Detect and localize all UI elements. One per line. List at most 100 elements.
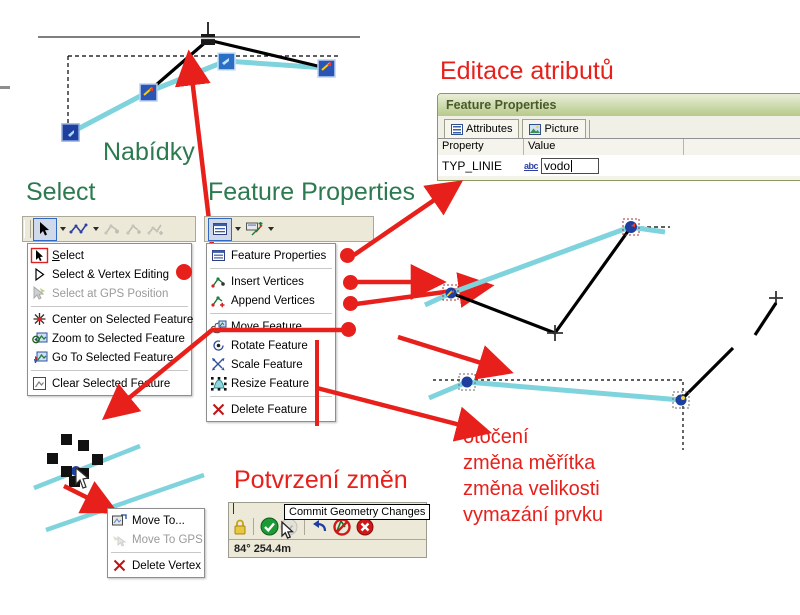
- mouse-cursor: [281, 520, 297, 541]
- tab-attributes-label: Attributes: [466, 123, 513, 135]
- edit-feature-tool[interactable]: [243, 219, 265, 240]
- grid-header-property: Property: [438, 139, 524, 155]
- commit-tooltip-text: Commit Geometry Changes: [289, 506, 426, 518]
- vertex-tool-1[interactable]: [101, 219, 123, 240]
- grid-header-value: Value: [524, 139, 684, 155]
- feature-properties-toolbar[interactable]: [204, 216, 374, 242]
- menu-item-append-vertices[interactable]: Append Vertices: [207, 291, 335, 310]
- menu-item-delete-vertex[interactable]: Delete Vertex: [108, 556, 204, 575]
- toolbar-grip[interactable]: [24, 220, 31, 238]
- right-notes: otočení změna měřítka změna velikosti vy…: [463, 424, 603, 528]
- sketch-line-tool[interactable]: [68, 219, 90, 240]
- lock-button[interactable]: [233, 519, 247, 535]
- menu-item-feature-properties-label: Feature Properties: [231, 249, 327, 262]
- picture-icon: [529, 123, 542, 135]
- text-caret: [233, 503, 234, 514]
- note-zmena-velikosti: změna velikosti: [463, 478, 600, 500]
- clear-feature-icon: [30, 375, 49, 392]
- menu-item-move-to-gps-label: Move To GPS: [132, 533, 203, 546]
- table-row[interactable]: TYP_LINIE abc vodo: [438, 155, 800, 176]
- toolbar-separator: [253, 518, 254, 535]
- menu-item-feature-properties[interactable]: Feature Properties: [207, 246, 335, 265]
- cursor-outline-icon: [30, 266, 49, 283]
- tab-picture[interactable]: Picture: [522, 119, 586, 138]
- properties-grid-icon: [213, 223, 227, 235]
- menu-item-move-to[interactable]: Move To...: [108, 511, 204, 530]
- undo-button[interactable]: [311, 519, 328, 534]
- dialog-title-bar: Feature Properties: [438, 94, 800, 116]
- append-vertices-icon: [209, 292, 228, 309]
- note-vymazani-prvku: vymazání prvku: [463, 504, 604, 526]
- menu-item-move-to-label: Move To...: [132, 514, 185, 527]
- menu-item-center-on-selected-feature-label: Center on Selected Feature: [52, 313, 194, 326]
- feature-properties-tool[interactable]: [208, 217, 232, 241]
- menu-item-append-vertices-label: Append Vertices: [231, 294, 315, 307]
- menu-item-select-at-gps-label: Select at GPS Position: [52, 287, 169, 300]
- tab-attributes[interactable]: Attributes: [444, 119, 520, 138]
- cell-property-name: TYP_LINIE: [442, 158, 503, 173]
- vertex-move-icon: [104, 222, 120, 236]
- menu-separator: [111, 552, 201, 553]
- menu-item-insert-vertices[interactable]: Insert Vertices: [207, 272, 335, 291]
- menu-item-delete-vertex-label: Delete Vertex: [132, 559, 202, 572]
- move-to-gps-icon: [110, 531, 129, 548]
- map-sketch-middle: [415, 205, 800, 341]
- menu-item-select-vertex-editing[interactable]: Select & Vertex Editing: [28, 265, 191, 284]
- menu-item-move-to-gps[interactable]: Move To GPS: [108, 530, 204, 549]
- select-dropdown-2[interactable]: [90, 219, 101, 240]
- heading-select: Select: [26, 178, 96, 206]
- heading-editace-atributu: Editace atributů: [440, 57, 614, 85]
- properties-dropdown-1[interactable]: [232, 219, 243, 240]
- properties-dropdown-2[interactable]: [265, 219, 276, 240]
- vertex-insert-icon: [126, 222, 142, 236]
- goto-feature-icon: [30, 349, 49, 366]
- note-otoceni: otočení: [463, 426, 529, 448]
- properties-grid-icon: [209, 247, 228, 264]
- select-toolbar[interactable]: [22, 216, 196, 242]
- status-text: 84° 254.4m: [234, 542, 291, 555]
- insert-vertices-icon: [209, 273, 228, 290]
- value-input-text: vodo: [544, 158, 571, 173]
- cursor-arrow-icon: [39, 222, 51, 236]
- menu-separator: [210, 268, 332, 269]
- edge-artifact: [0, 86, 10, 89]
- menu-item-insert-vertices-label: Insert Vertices: [231, 275, 304, 288]
- tab-overflow[interactable]: [588, 120, 594, 138]
- cell-property-value[interactable]: abc vodo: [524, 157, 600, 174]
- gps-cursor-icon: [30, 285, 49, 302]
- dialog-tab-strip[interactable]: Attributes Picture: [438, 116, 800, 138]
- edit-feature-icon: [245, 221, 263, 237]
- discard-button[interactable]: [333, 517, 351, 536]
- zoom-feature-icon: [30, 330, 49, 347]
- menu-item-select-label: Select: [52, 249, 84, 262]
- menu-separator: [31, 306, 188, 307]
- tab-picture-label: Picture: [544, 123, 579, 135]
- cursor-arrow-icon: [30, 247, 49, 264]
- note-zmena-meritka: změna měřítka: [463, 452, 596, 474]
- select-dropdown-1[interactable]: [57, 219, 68, 240]
- text-caret: [571, 159, 573, 172]
- delete-button[interactable]: [356, 518, 374, 536]
- vertex-context-menu[interactable]: Move To... Move To GPS Delete Vertex: [107, 508, 205, 578]
- move-to-icon: [110, 512, 129, 529]
- delete-x-icon: [110, 557, 129, 574]
- vertex-tool-2[interactable]: [123, 219, 145, 240]
- heading-potvrzeni-zmen: Potvrzení změn: [234, 466, 408, 494]
- menu-separator: [210, 313, 332, 314]
- select-arrow-tool[interactable]: [33, 217, 57, 241]
- arrow-move-feature: [100, 325, 348, 421]
- grid-header-row: Property Value: [438, 138, 800, 155]
- vertex-append-icon: [147, 222, 165, 236]
- menu-item-select[interactable]: Select: [28, 246, 191, 265]
- menu-item-select-at-gps[interactable]: Select at GPS Position: [28, 284, 191, 303]
- commit-button[interactable]: [260, 517, 279, 536]
- vertex-tool-3[interactable]: [145, 219, 167, 240]
- polyline-icon: [69, 223, 88, 235]
- value-input[interactable]: vodo: [541, 157, 600, 174]
- commit-tooltip: Commit Geometry Changes: [284, 504, 431, 520]
- menu-item-select-vertex-editing-label: Select & Vertex Editing: [52, 268, 169, 281]
- bullet-select-menu: [176, 264, 192, 280]
- feature-properties-dialog[interactable]: Feature Properties Attributes Picture Pr…: [437, 93, 800, 181]
- center-star-icon: [30, 311, 49, 328]
- toolbar-separator: [304, 518, 305, 535]
